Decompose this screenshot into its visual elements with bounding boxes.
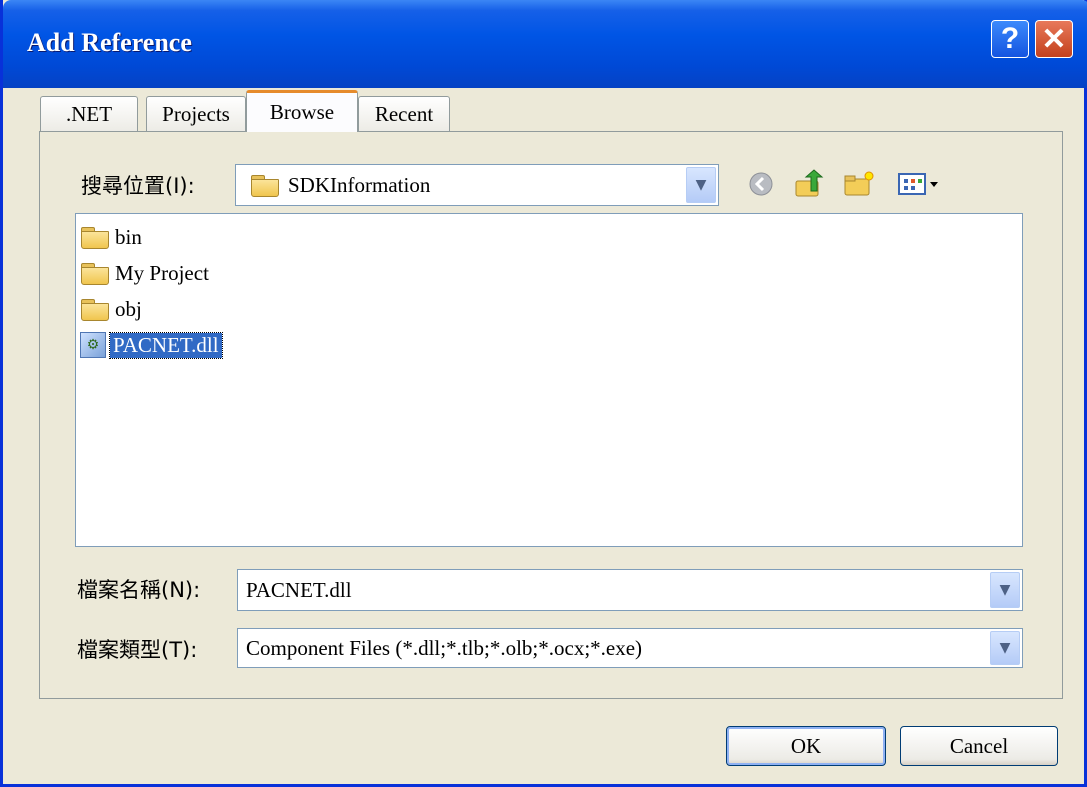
tab-net[interactable]: .NET: [40, 96, 138, 132]
cancel-button-label: Cancel: [949, 733, 1009, 758]
close-icon: ✕: [1041, 22, 1067, 56]
chevron-down-icon: ▼: [999, 582, 1011, 598]
ok-button[interactable]: OK: [726, 726, 886, 766]
look-in-value-wrap: SDKInformation: [250, 165, 430, 205]
file-type-label: 檔案類型(T):: [77, 638, 198, 662]
tab-projects[interactable]: Projects: [146, 96, 246, 132]
tab-recent-label: Recent: [374, 102, 434, 126]
file-name-field[interactable]: PACNET.dll ▼: [237, 569, 1023, 611]
list-item-label: PACNET.dll: [109, 331, 223, 359]
help-button[interactable]: ?: [991, 20, 1029, 58]
file-type-value-wrap: Component Files (*.dll;*.tlb;*.olb;*.ocx…: [246, 629, 642, 667]
close-button[interactable]: ✕: [1035, 20, 1073, 58]
chevron-down-icon: ▼: [695, 177, 707, 193]
file-name-dropdown-arrow[interactable]: ▼: [990, 572, 1020, 608]
cancel-button[interactable]: Cancel: [900, 726, 1058, 766]
list-item-label: obj: [115, 296, 142, 321]
list-item-bin[interactable]: bin: [80, 222, 145, 252]
look-in-dropdown[interactable]: SDKInformation ▼: [235, 164, 719, 206]
file-type-dropdown-arrow[interactable]: ▼: [990, 631, 1020, 665]
tab-browse-label: Browse: [269, 100, 335, 124]
tab-browse[interactable]: Browse: [246, 90, 358, 132]
folder-icon: [80, 226, 110, 249]
file-list[interactable]: bin My Project obj ⚙ PACNET.dll: [75, 213, 1023, 547]
list-item-label: bin: [115, 224, 142, 249]
file-name-value[interactable]: PACNET.dll: [246, 578, 352, 603]
look-in-label: 搜尋位置(I):: [81, 174, 195, 198]
title-bar[interactable]: Add Reference ? ✕: [3, 0, 1087, 88]
file-type-dropdown[interactable]: Component Files (*.dll;*.tlb;*.olb;*.ocx…: [237, 628, 1023, 668]
look-in-value: SDKInformation: [288, 172, 431, 197]
up-folder-icon[interactable]: [791, 168, 827, 200]
file-type-value: Component Files (*.dll;*.tlb;*.olb;*.ocx…: [246, 635, 643, 660]
list-item-label: My Project: [115, 260, 209, 285]
tab-projects-label: Projects: [162, 102, 230, 126]
look-in-dropdown-arrow[interactable]: ▼: [686, 167, 716, 203]
ok-button-label: OK: [790, 733, 822, 758]
list-item-obj[interactable]: obj: [80, 294, 145, 324]
tab-recent[interactable]: Recent: [358, 96, 450, 132]
file-name-value-wrap: PACNET.dll: [246, 570, 352, 610]
tab-net-label: .NET: [65, 102, 113, 126]
folder-icon: [80, 298, 110, 321]
window-title: Add Reference: [27, 28, 192, 57]
dll-file-icon: ⚙: [80, 332, 106, 358]
view-menu-icon[interactable]: [895, 168, 947, 200]
folder-icon: [250, 174, 280, 197]
back-icon[interactable]: [745, 168, 777, 200]
add-reference-dialog: Add Reference ? ✕ .NET Projects Browse R…: [0, 0, 1087, 787]
list-item-pacnet-dll[interactable]: ⚙ PACNET.dll: [80, 330, 223, 360]
file-name-label: 檔案名稱(N):: [77, 578, 201, 602]
help-icon: ?: [1000, 22, 1020, 55]
chevron-down-icon: ▼: [999, 640, 1011, 656]
new-folder-icon[interactable]: [841, 168, 877, 200]
list-item-my-project[interactable]: My Project: [80, 258, 212, 288]
folder-icon: [80, 262, 110, 285]
